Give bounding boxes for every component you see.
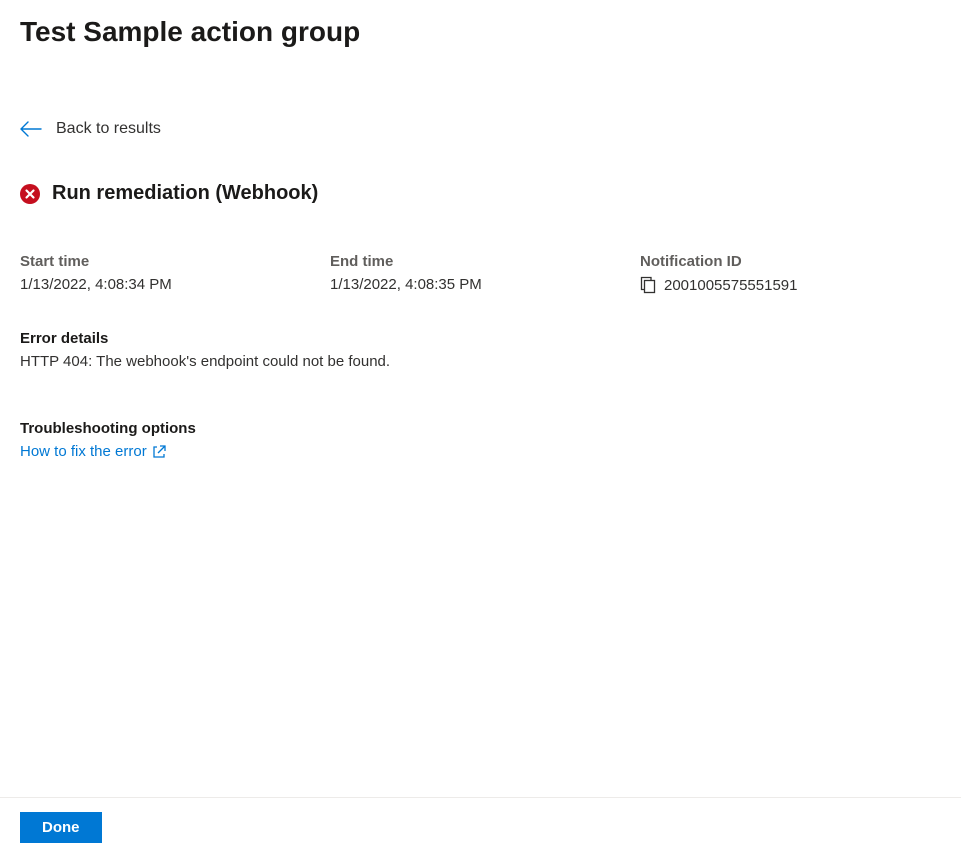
notification-id-label: Notification ID: [640, 253, 950, 270]
notification-id-value: 2001005575551591: [664, 277, 797, 294]
arrow-left-icon: [20, 121, 42, 137]
start-time-block: Start time 1/13/2022, 4:08:34 PM: [20, 253, 330, 294]
how-to-fix-link[interactable]: How to fix the error: [20, 443, 167, 460]
back-to-results-link[interactable]: Back to results: [20, 120, 161, 138]
start-time-label: Start time: [20, 253, 330, 270]
copy-icon[interactable]: [640, 276, 656, 294]
end-time-block: End time 1/13/2022, 4:08:35 PM: [330, 253, 640, 294]
notification-id-block: Notification ID 2001005575551591: [640, 253, 950, 294]
error-details-heading: Error details: [20, 330, 941, 347]
end-time-value: 1/13/2022, 4:08:35 PM: [330, 276, 640, 293]
error-message: HTTP 404: The webhook's endpoint could n…: [20, 353, 941, 370]
footer-bar: Done: [0, 797, 961, 857]
error-circle-icon: [20, 184, 40, 204]
back-link-label: Back to results: [56, 120, 161, 138]
end-time-label: End time: [330, 253, 640, 270]
done-button[interactable]: Done: [20, 812, 102, 843]
troubleshooting-heading: Troubleshooting options: [20, 420, 941, 437]
start-time-value: 1/13/2022, 4:08:34 PM: [20, 276, 330, 293]
webhook-status-title: Run remediation (Webhook): [52, 182, 318, 205]
fix-link-label: How to fix the error: [20, 443, 147, 460]
page-title: Test Sample action group: [20, 16, 941, 48]
external-link-icon: [151, 444, 167, 460]
